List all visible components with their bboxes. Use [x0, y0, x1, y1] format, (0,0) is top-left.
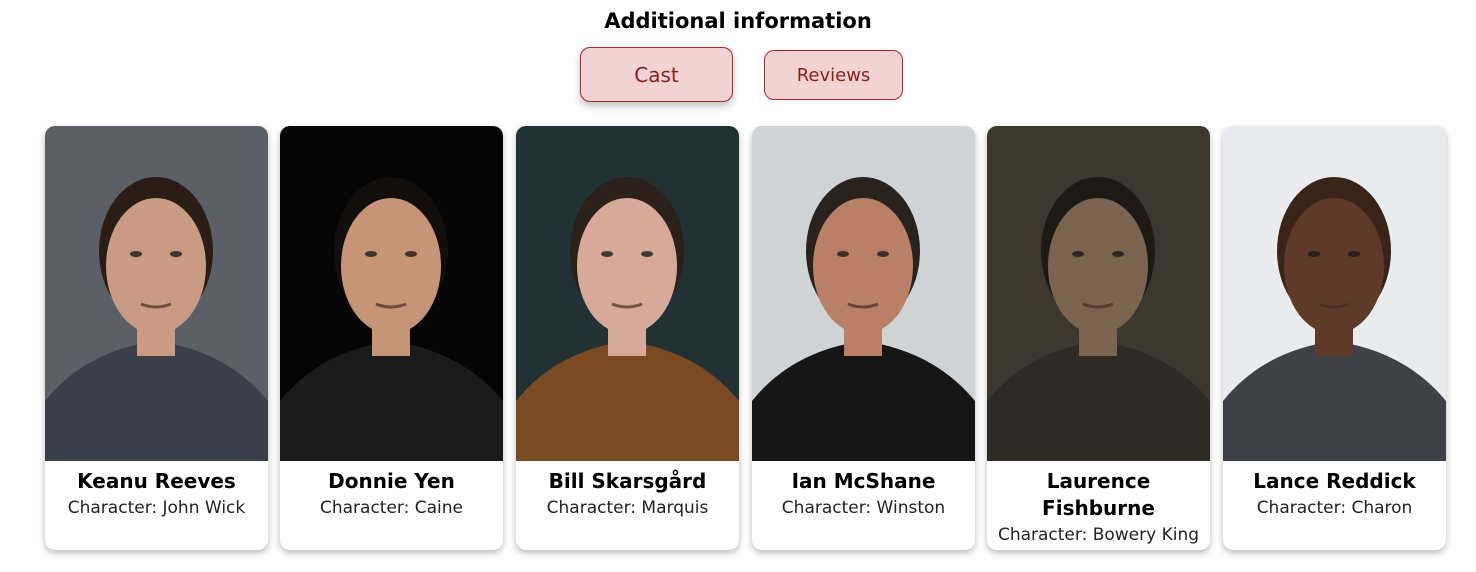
- actor-name: Ian McShane: [791, 469, 936, 493]
- character-name: Character: Marquis: [546, 498, 709, 518]
- actor-photo: [1223, 126, 1446, 461]
- character-name: Character: John Wick: [67, 498, 246, 518]
- tab-cast[interactable]: Cast: [580, 47, 733, 102]
- actor-name: Lance Reddick: [1253, 469, 1416, 493]
- actor-photo: [516, 126, 739, 461]
- cast-card[interactable]: Lance Reddick Character: Charon: [1223, 126, 1446, 550]
- cast-card[interactable]: Bill Skarsgård Character: Marquis: [516, 126, 739, 550]
- actor-name: Laurence Fishburne: [1042, 469, 1155, 520]
- actor-photo: [280, 126, 503, 461]
- actor-name: Bill Skarsgård: [548, 469, 707, 493]
- actor-photo: [987, 126, 1210, 461]
- character-name: Character: Caine: [319, 498, 463, 518]
- actor-photo: [752, 126, 975, 461]
- cast-card[interactable]: Donnie Yen Character: Caine: [280, 126, 503, 550]
- cast-card[interactable]: Keanu Reeves Character: John Wick: [45, 126, 268, 550]
- character-name: Character: Bowery King: [997, 525, 1200, 545]
- actor-name: Keanu Reeves: [77, 469, 236, 493]
- character-name: Character: Charon: [1256, 498, 1413, 518]
- tab-reviews[interactable]: Reviews: [764, 50, 903, 100]
- actor-photo: [45, 126, 268, 461]
- cast-card[interactable]: Laurence Fishburne Character: Bowery Kin…: [987, 126, 1210, 550]
- character-name: Character: Winston: [781, 498, 946, 518]
- actor-name: Donnie Yen: [328, 469, 455, 493]
- cast-card[interactable]: Ian McShane Character: Winston: [752, 126, 975, 550]
- section-title: Additional information: [604, 9, 872, 33]
